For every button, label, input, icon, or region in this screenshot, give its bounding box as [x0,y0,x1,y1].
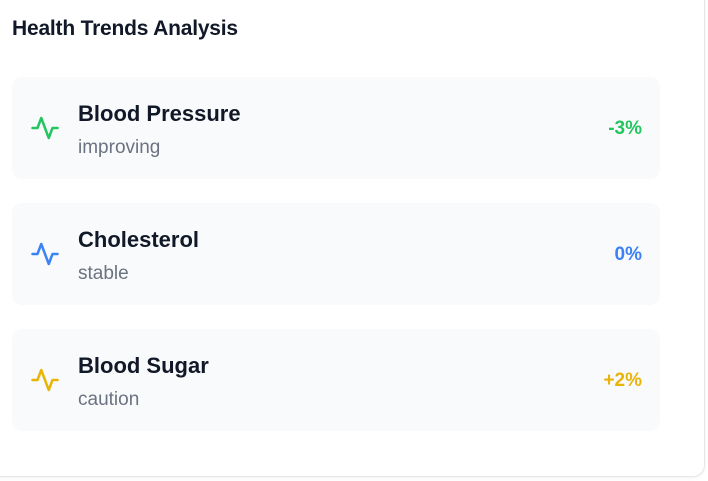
panel-title: Health Trends Analysis [12,17,238,40]
trend-change: -3% [608,118,642,139]
trend-change: 0% [614,244,642,265]
activity-icon [30,239,60,269]
trend-name: Cholesterol [78,227,200,252]
trend-change: +2% [603,370,642,391]
trend-status: stable [78,263,129,284]
trend-list: Blood Pressure improving -3% Cholesterol… [12,77,660,455]
trend-item-cholesterol[interactable]: Cholesterol stable 0% [12,203,660,305]
activity-icon [30,113,60,143]
trend-name: Blood Sugar [78,353,209,378]
trend-item-blood-sugar[interactable]: Blood Sugar caution +2% [12,329,660,431]
trend-status: improving [78,137,161,158]
trend-item-blood-pressure[interactable]: Blood Pressure improving -3% [12,77,660,179]
trend-status: caution [78,389,140,410]
trend-name: Blood Pressure [78,101,241,126]
activity-icon [30,365,60,395]
health-trends-card: Health Trends Analysis Blood Pressure im… [0,0,705,477]
